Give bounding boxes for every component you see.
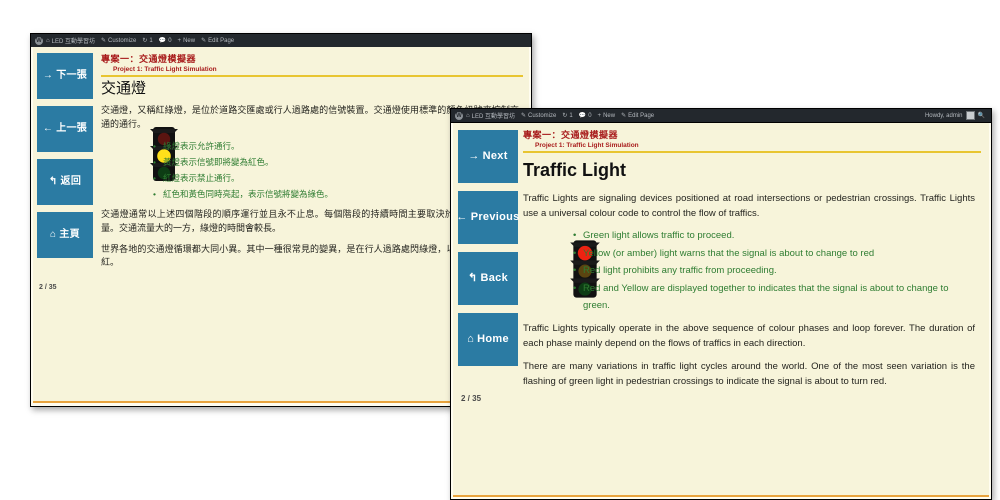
sidebar-item-label: 返回 [60, 175, 82, 187]
arrow-return-icon: ↰ [467, 271, 478, 284]
adminbar-new[interactable]: + New [595, 109, 619, 122]
side-navigation-chinese[interactable]: → 下一張 ← 上一張 ↰ 返回 ⌂ 主頁 2 / 35 [37, 53, 93, 291]
sidebar-item-label: Next [482, 149, 508, 162]
home-icon: ⌂ [467, 332, 475, 345]
sidebar-item-home[interactable]: ⌂ 主頁 [37, 212, 93, 258]
list-item: Red and Yellow are displayed together to… [573, 281, 975, 314]
new-label: New [603, 112, 616, 119]
page-indicator: 2 / 35 [39, 284, 57, 291]
sidebar-item-back[interactable]: ↰ Back [458, 252, 518, 305]
adminbar-new[interactable]: + New [175, 34, 199, 47]
edit-page-label: Edit Page [208, 37, 235, 44]
document-header-chinese: 專案一：交通燈模擬器 Project 1: Traffic Light Simu… [101, 52, 523, 77]
article-heading: 交通燈 [101, 80, 147, 97]
page-title: 專案一：交通燈模擬器 [523, 130, 619, 140]
arrow-right-icon: → [42, 69, 54, 81]
sidebar-item-home[interactable]: ⌂ Home [458, 313, 518, 366]
list-item: Green light allows traffic to proceed. [573, 228, 975, 245]
adminbar-account-area[interactable]: Howdy, admin 🔍 [925, 111, 987, 120]
content-sheet-english: → Next ← Previous ↰ Back ⌂ Home 2 / 35 專… [453, 123, 989, 497]
page-title: 專案一：交通燈模擬器 [101, 54, 197, 64]
sidebar-item-label: 下一張 [56, 69, 88, 81]
sidebar-item-back[interactable]: ↰ 返回 [37, 159, 93, 205]
home-icon: ⌂ [50, 228, 57, 240]
document-header-english: 專案一：交通燈模擬器 Project 1: Traffic Light Simu… [523, 128, 981, 153]
pencil-icon: ✎ [201, 38, 207, 44]
adminbar-customize[interactable]: ✎ Customize [98, 34, 139, 47]
edit-page-label: Edit Page [628, 112, 655, 119]
new-label: New [183, 37, 196, 44]
customize-label: Customize [108, 37, 137, 44]
arrow-return-icon: ↰ [48, 175, 58, 187]
adminbar-comments[interactable]: 💬 0 [576, 109, 595, 122]
arrow-left-icon: ← [456, 210, 468, 223]
pencil-icon: ✎ [520, 113, 526, 119]
sidebar-item-previous[interactable]: ← Previous [456, 191, 520, 244]
wp-admin-bar-english[interactable]: W ⌂ LED 互動學習坊 ✎ Customize ↻ 1 💬 0 + New [451, 109, 991, 122]
screenshot-stage: W ⌂ LED 互動學習坊 ✎ Customize ↻ 1 💬 0 + New [0, 0, 1000, 500]
plus-icon: + [597, 112, 602, 119]
sidebar-item-next[interactable]: → 下一張 [37, 53, 93, 99]
adminbar-comments[interactable]: 💬 0 [156, 34, 175, 47]
sidebar-item-previous[interactable]: ← 上一張 [37, 106, 93, 152]
article-heading: Traffic Light [523, 160, 626, 180]
browser-window-english[interactable]: W ⌂ LED 互動學習坊 ✎ Customize ↻ 1 💬 0 + New [450, 108, 992, 500]
sidebar-item-label: Home [477, 332, 509, 345]
wordpress-logo-icon[interactable]: W [455, 111, 463, 120]
adminbar-site-name[interactable]: ⌂ LED 互動學習坊 [463, 109, 518, 122]
article-paragraph-3: There are many variations in traffic lig… [523, 360, 975, 387]
article-paragraph-2: Traffic Lights typically operate in the … [523, 323, 975, 350]
article-bullet-list-english: Green light allows traffic to proceed. Y… [573, 228, 975, 314]
adminbar-updates[interactable]: ↻ 1 [139, 34, 155, 47]
pencil-icon: ✎ [621, 113, 627, 119]
sidebar-item-label: 上一張 [56, 122, 88, 134]
comment-icon: 💬 [578, 113, 587, 119]
updates-count: 1 [149, 37, 153, 44]
adminbar-customize[interactable]: ✎ Customize [518, 109, 559, 122]
sidebar-item-label: 主頁 [59, 228, 80, 240]
sidebar-item-next[interactable]: → Next [458, 130, 518, 183]
search-icon[interactable]: 🔍 [978, 112, 985, 119]
page-subtitle: Project 1: Traffic Light Simulation [535, 142, 639, 149]
wordpress-logo-icon[interactable]: W [35, 36, 43, 45]
updates-count: 1 [569, 112, 573, 119]
comments-count: 0 [588, 112, 592, 119]
page-indicator: 2 / 35 [461, 394, 482, 403]
adminbar-edit-page[interactable]: ✎ Edit Page [198, 34, 237, 47]
article-body-english: Traffic Light Traffic Lights are signali… [523, 156, 975, 396]
arrow-left-icon: ← [42, 122, 54, 134]
site-name-label: LED 互動學習坊 [471, 114, 515, 120]
sidebar-item-label: Back [480, 271, 509, 284]
comments-count: 0 [168, 37, 172, 44]
header-divider [523, 151, 981, 153]
avatar-icon[interactable] [965, 111, 975, 120]
adminbar-site-name[interactable]: ⌂ LED 互動學習坊 [43, 34, 98, 47]
page-subtitle: Project 1: Traffic Light Simulation [113, 66, 217, 73]
article-paragraph-1: Traffic Lights are signaling devices pos… [523, 192, 975, 219]
updates-icon: ↻ [142, 38, 148, 44]
arrow-right-icon: → [468, 149, 480, 162]
site-name-label: LED 互動學習坊 [51, 39, 95, 45]
home-icon: ⌂ [46, 37, 50, 44]
adminbar-edit-page[interactable]: ✎ Edit Page [618, 109, 657, 122]
sidebar-item-label: Previous [470, 210, 520, 223]
home-icon: ⌂ [466, 112, 470, 119]
adminbar-updates[interactable]: ↻ 1 [559, 109, 575, 122]
customize-label: Customize [528, 112, 557, 119]
comment-icon: 💬 [158, 38, 167, 44]
page-body-english: → Next ← Previous ↰ Back ⌂ Home 2 / 35 專… [451, 123, 991, 499]
list-item: Yellow (or amber) light warns that the s… [573, 246, 975, 263]
list-item: Red light prohibits any traffic from pro… [573, 263, 975, 280]
plus-icon: + [177, 37, 182, 44]
pencil-icon: ✎ [100, 38, 106, 44]
wp-admin-bar-chinese[interactable]: W ⌂ LED 互動學習坊 ✎ Customize ↻ 1 💬 0 + New [31, 34, 531, 47]
howdy-label: Howdy, admin [924, 112, 963, 119]
side-navigation-english[interactable]: → Next ← Previous ↰ Back ⌂ Home 2 / 35 [456, 130, 520, 403]
updates-icon: ↻ [562, 113, 568, 119]
